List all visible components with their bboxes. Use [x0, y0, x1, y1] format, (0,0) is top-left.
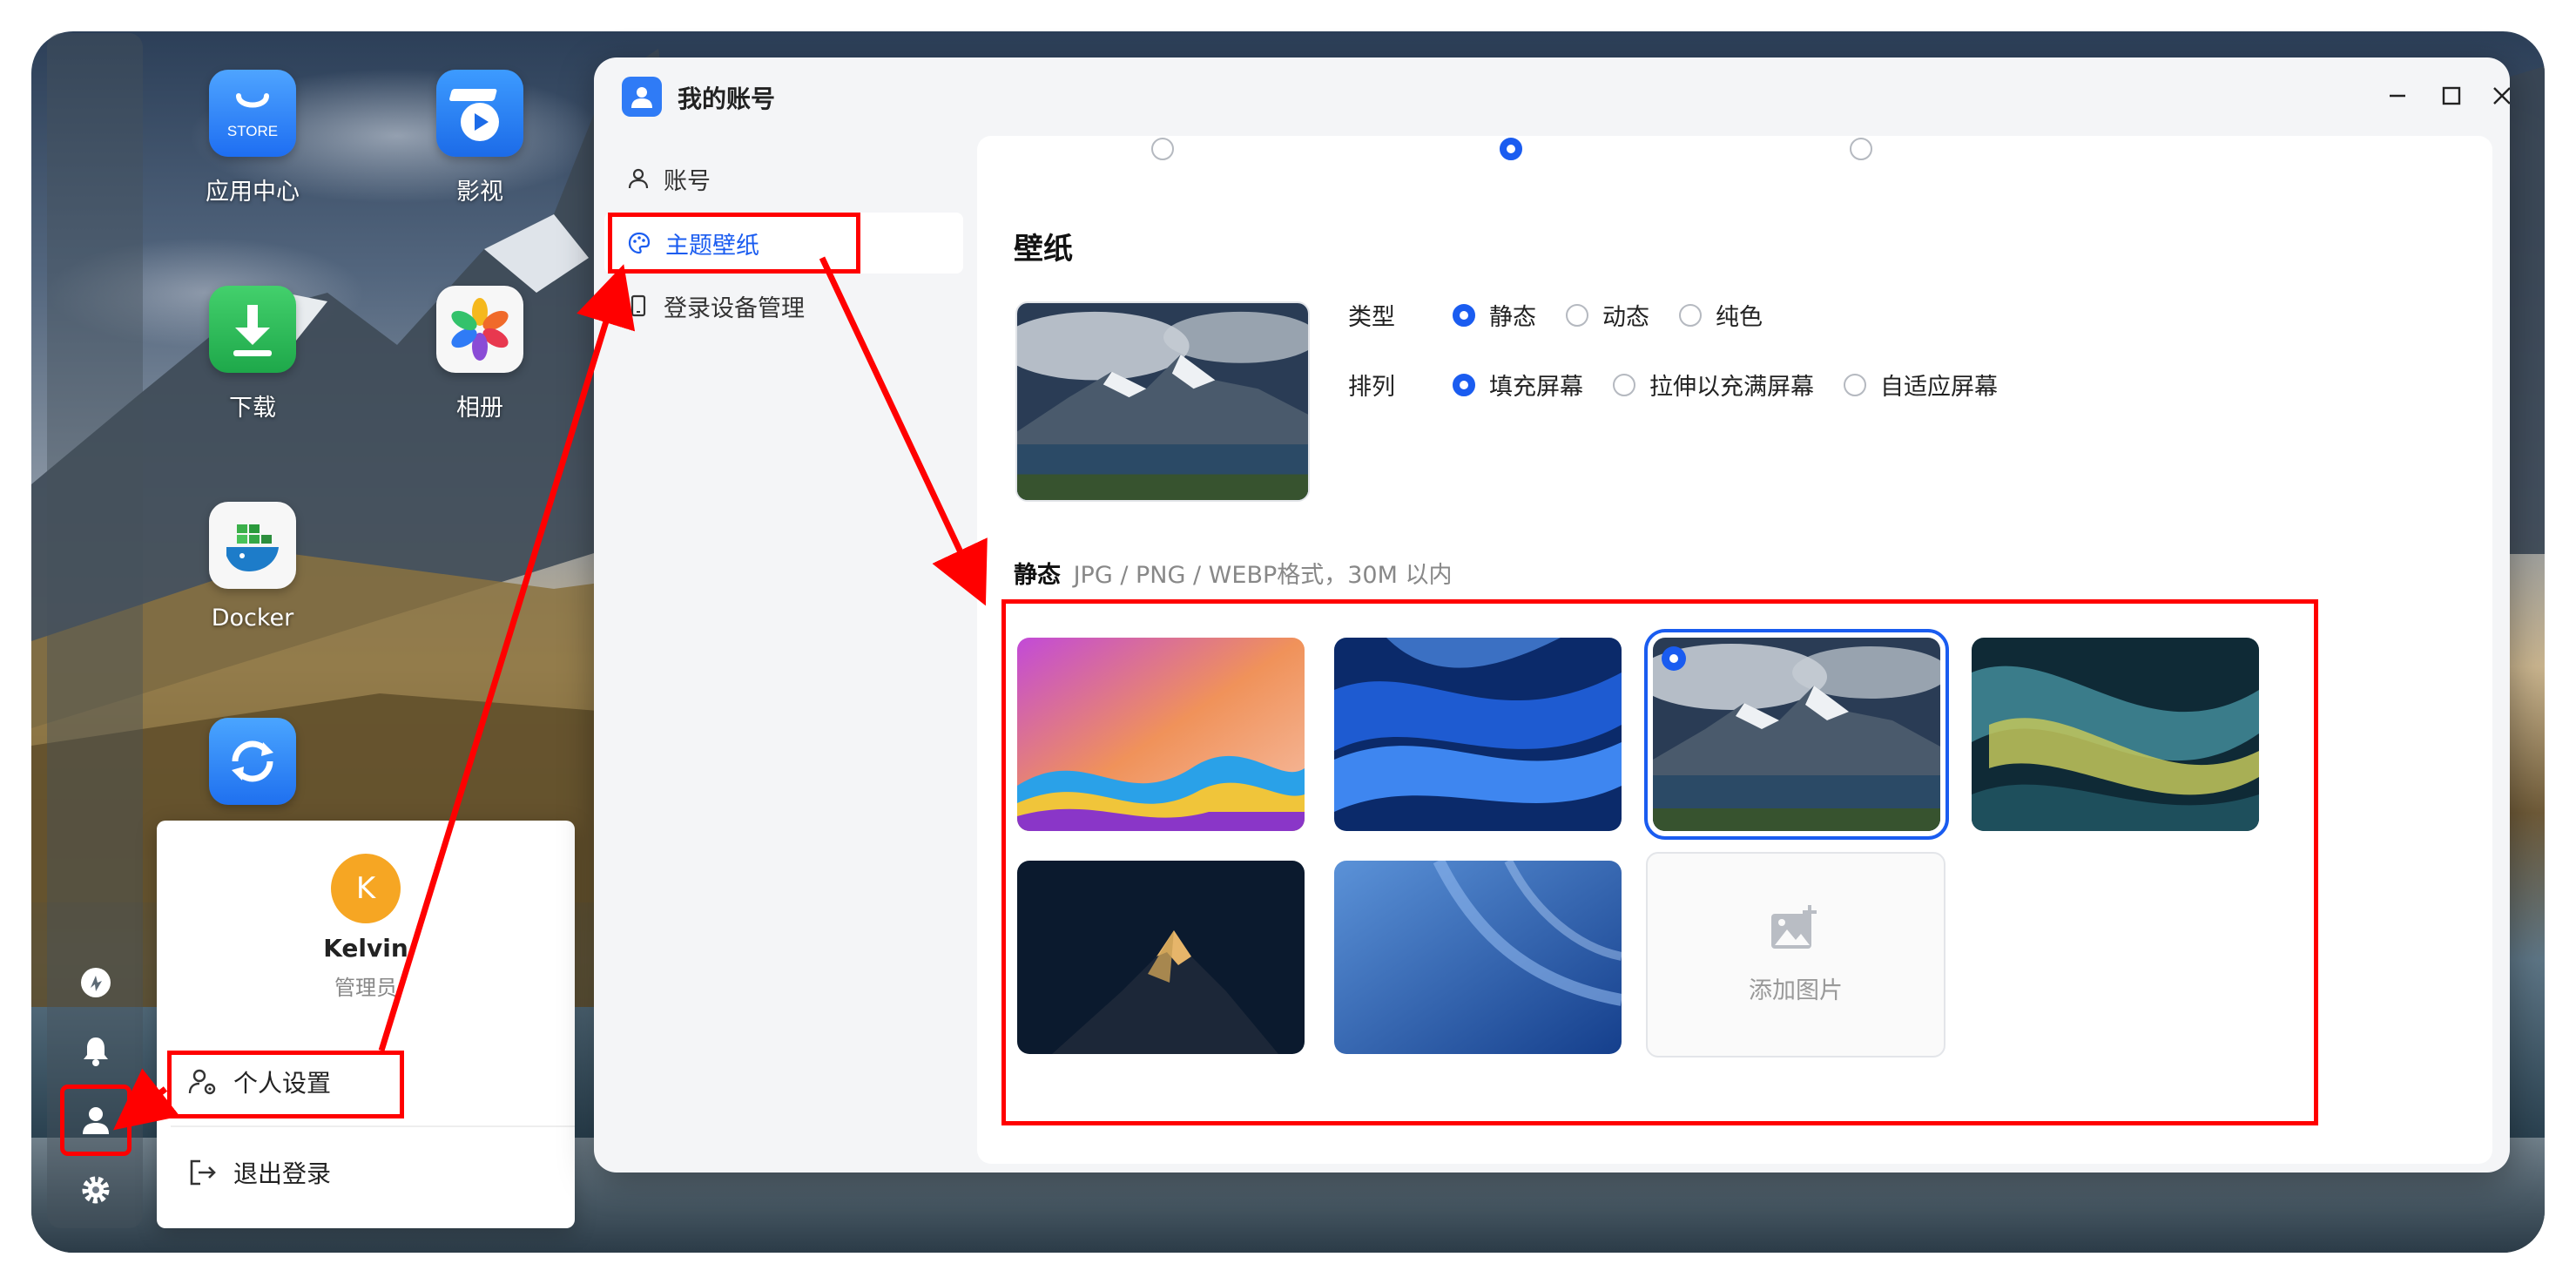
sidebar-item-account[interactable]: 账号 — [604, 148, 963, 209]
logout-label: 退出登录 — [233, 1159, 332, 1188]
maximize-button[interactable] — [2430, 77, 2473, 115]
wallpaper-heading: 壁纸 — [1014, 232, 1073, 267]
sidebar-item-devices[interactable]: 登录设备管理 — [604, 275, 963, 336]
type-label: 类型 — [1348, 304, 1395, 331]
speed-icon[interactable] — [63, 949, 129, 1016]
logout-item[interactable]: 退出登录 — [188, 1146, 331, 1199]
docker-icon — [209, 502, 296, 589]
user-icon — [628, 168, 649, 189]
app-store[interactable]: STORE 应用中心 — [165, 70, 340, 206]
annotation-box-wallpaper-grid — [1001, 599, 2318, 1125]
download-icon — [209, 286, 296, 373]
layout-row: 排列 填充屏幕 拉伸以充满屏幕 自适应屏幕 — [1348, 368, 2027, 402]
window-title: 我的账号 — [678, 84, 776, 113]
layout-option-fill[interactable]: 填充屏幕 — [1453, 368, 1583, 402]
layout-option-fit[interactable]: 自适应屏幕 — [1844, 368, 1998, 402]
phone-icon — [631, 294, 646, 317]
type-option-dynamic[interactable]: 动态 — [1566, 298, 1649, 332]
annotation-box-theme — [608, 213, 860, 274]
annotation-box-personal-settings — [167, 1051, 404, 1118]
minimize-icon — [2390, 94, 2405, 98]
avatar: K — [331, 854, 401, 923]
theme-radio-2[interactable] — [1500, 138, 1522, 164]
app-label: 相册 — [456, 395, 503, 422]
user-name: Kelvin — [323, 934, 408, 963]
gear-icon[interactable] — [63, 1157, 129, 1223]
type-option-solid[interactable]: 纯色 — [1679, 298, 1763, 332]
format-hint: JPG / PNG / WEBP格式，30M 以内 — [1073, 562, 1453, 589]
sidebar-item-label: 账号 — [664, 167, 711, 195]
maximize-icon — [2442, 86, 2461, 105]
sidebar-item-theme-wallpaper[interactable]: 主题壁纸 — [604, 213, 963, 274]
app-download[interactable]: 下载 — [165, 286, 340, 422]
close-icon — [2493, 87, 2510, 105]
layout-option-stretch[interactable]: 拉伸以充满屏幕 — [1613, 368, 1814, 402]
theme-radio-3[interactable] — [1850, 138, 1872, 164]
sync-icon — [209, 718, 296, 805]
app-label: 下载 — [229, 395, 276, 422]
user-icon[interactable] — [60, 1085, 131, 1156]
account-app-icon — [622, 77, 662, 117]
layout-label: 排列 — [1348, 374, 1395, 401]
app-photos[interactable]: 相册 — [393, 286, 567, 422]
static-label: 静态 — [1014, 562, 1061, 589]
store-icon: STORE — [209, 70, 296, 157]
app-video[interactable]: 影视 — [393, 70, 567, 206]
app-label: 影视 — [456, 179, 503, 206]
app-label: Docker — [211, 605, 294, 632]
store-badge: STORE — [227, 123, 278, 139]
sidebar-item-label: 登录设备管理 — [664, 294, 805, 322]
app-docker[interactable]: Docker — [165, 502, 340, 632]
type-row: 类型 静态 动态 纯色 — [1348, 298, 1792, 332]
video-icon — [436, 70, 523, 157]
theme-radio-1[interactable] — [1151, 138, 1174, 164]
bell-icon[interactable] — [63, 1017, 129, 1084]
app-sync[interactable] — [165, 718, 340, 805]
user-menu: K Kelvin 管理员 个人设置 退出登录 — [157, 821, 575, 1228]
minimize-button[interactable] — [2376, 77, 2419, 115]
type-option-static[interactable]: 静态 — [1453, 298, 1536, 332]
photos-icon — [436, 286, 523, 373]
close-button[interactable] — [2480, 77, 2510, 115]
logout-icon — [190, 1159, 216, 1186]
app-label: 应用中心 — [206, 179, 300, 206]
menu-divider — [171, 1125, 575, 1127]
format-hint-row: 静态 JPG / PNG / WEBP格式，30M 以内 — [1014, 556, 1452, 590]
current-wallpaper-preview — [1015, 301, 1310, 502]
user-role: 管理员 — [334, 976, 397, 1000]
